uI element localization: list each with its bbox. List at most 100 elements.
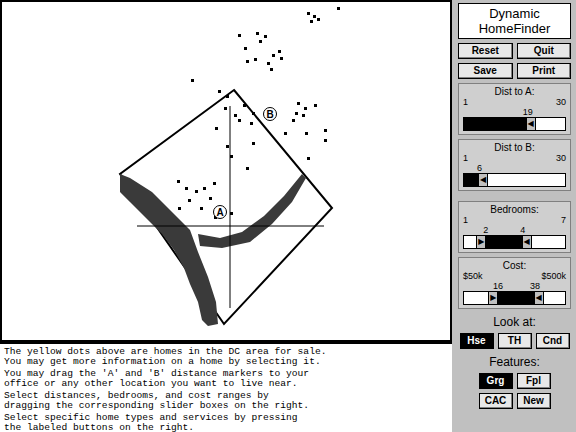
slider-max: $500k (541, 271, 566, 281)
slider-high-thumb[interactable]: ◀ (534, 292, 544, 304)
home-dot[interactable] (304, 107, 307, 110)
home-dot[interactable] (178, 207, 181, 210)
home-dot[interactable] (238, 119, 241, 122)
home-dot[interactable] (215, 127, 218, 130)
home-dot[interactable] (254, 58, 257, 61)
slider-label: Bedrooms: (463, 204, 566, 215)
slider-range-labels: $50k $500k (463, 271, 566, 281)
home-dot[interactable] (195, 190, 198, 193)
home-dot[interactable] (302, 114, 305, 117)
home-dot[interactable] (203, 187, 206, 190)
home-dot[interactable] (246, 60, 249, 63)
home-dot[interactable] (305, 132, 308, 135)
slider-high-thumb[interactable]: ◀ (522, 236, 532, 248)
home-dot[interactable] (272, 54, 275, 57)
home-dot[interactable] (280, 57, 283, 60)
home-dot[interactable] (234, 114, 237, 117)
home-dot[interactable] (264, 35, 267, 38)
dc-map[interactable]: AB (2, 2, 450, 340)
slider-values: 6 (463, 163, 566, 173)
home-dot[interactable] (307, 12, 310, 15)
home-dot[interactable] (314, 104, 317, 107)
home-dot[interactable] (278, 50, 281, 53)
instruction-line: Select specific home types and services … (4, 413, 448, 423)
reset-button[interactable]: Reset (458, 43, 513, 59)
home-dot[interactable] (209, 197, 212, 200)
home-dot[interactable] (230, 155, 233, 158)
home-dot[interactable] (244, 47, 247, 50)
home-dot[interactable] (292, 119, 295, 122)
fpl-button[interactable]: Fpl (517, 373, 551, 389)
print-button[interactable]: Print (517, 63, 572, 79)
cac-button[interactable]: CAC (479, 393, 513, 409)
home-dot[interactable] (267, 62, 270, 65)
home-dot[interactable] (252, 142, 255, 145)
distance-marker[interactable]: A (214, 206, 227, 219)
home-dot[interactable] (224, 107, 227, 110)
home-dot[interactable] (177, 180, 180, 183)
home-dot[interactable] (297, 102, 300, 105)
slider-min: $50k (463, 271, 483, 281)
home-dot[interactable] (324, 129, 327, 132)
home-dot[interactable] (307, 157, 310, 160)
slider-max: 30 (556, 153, 566, 163)
home-dot[interactable] (324, 139, 327, 142)
home-dot[interactable] (218, 90, 221, 93)
slider-track[interactable]: ▶◀ (463, 235, 566, 249)
slider-low-thumb[interactable]: ▶ (488, 292, 498, 304)
home-dot[interactable] (252, 112, 255, 115)
river (120, 174, 306, 326)
features-row: GrgFpl (458, 373, 571, 389)
home-dot[interactable] (188, 199, 191, 202)
home-dot[interactable] (313, 15, 316, 18)
home-dot[interactable] (213, 182, 216, 185)
home-dot[interactable] (259, 40, 262, 43)
grg-button[interactable]: Grg (479, 373, 513, 389)
home-dot[interactable] (230, 212, 233, 215)
new-button[interactable]: New (517, 393, 551, 409)
home-dot[interactable] (295, 112, 298, 115)
instruction-paragraph: The yellow dots above are homes in the D… (4, 347, 448, 367)
home-dot[interactable] (284, 132, 287, 135)
slider-min: 1 (463, 153, 468, 163)
home-dot[interactable] (226, 95, 229, 98)
home-dot[interactable] (337, 7, 340, 10)
app-title: DynamicHomeFinder (458, 3, 571, 39)
home-dot[interactable] (250, 122, 253, 125)
slider-thumb[interactable]: ◀ (478, 174, 488, 186)
slider-track[interactable]: ◀ (463, 173, 566, 187)
home-dot[interactable] (200, 207, 203, 210)
th-button[interactable]: TH (498, 333, 532, 349)
home-dot[interactable] (191, 79, 194, 82)
map[interactable]: AB (2, 2, 450, 340)
home-dot[interactable] (238, 34, 241, 37)
instruction-paragraph: You may drag the 'A' and 'B' distance ma… (4, 369, 448, 389)
quit-button[interactable]: Quit (517, 43, 572, 59)
home-dot[interactable] (226, 145, 229, 148)
slider-thumb[interactable]: ◀ (526, 118, 536, 130)
home-dot[interactable] (270, 68, 273, 71)
instructions: The yellow dots above are homes in the D… (0, 342, 452, 432)
distance-marker[interactable]: B (264, 108, 277, 121)
slider-panel: Bedrooms:1724▶◀ (458, 201, 571, 253)
slider-track[interactable]: ◀ (463, 117, 566, 131)
slider-low-thumb[interactable]: ▶ (476, 236, 486, 248)
save-button[interactable]: Save (458, 63, 513, 79)
home-dot[interactable] (185, 187, 188, 190)
slider-max: 30 (556, 97, 566, 107)
slider-track[interactable]: ▶◀ (463, 291, 566, 305)
home-dot[interactable] (310, 20, 313, 23)
look-at-label: Look at: (458, 315, 571, 329)
slider-fill (498, 292, 534, 304)
hse-button[interactable]: Hse (460, 333, 494, 349)
home-dot[interactable] (256, 32, 259, 35)
slider-values: 19 (463, 107, 566, 117)
home-dot[interactable] (246, 167, 249, 170)
cnd-button[interactable]: Cnd (536, 333, 570, 349)
slider-high-value: 38 (530, 281, 540, 291)
svg-text:B: B (266, 109, 273, 120)
slider-label: Dist to A: (463, 86, 566, 97)
home-dot[interactable] (317, 18, 320, 21)
slider-max: 7 (561, 215, 566, 225)
home-dot[interactable] (243, 104, 246, 107)
